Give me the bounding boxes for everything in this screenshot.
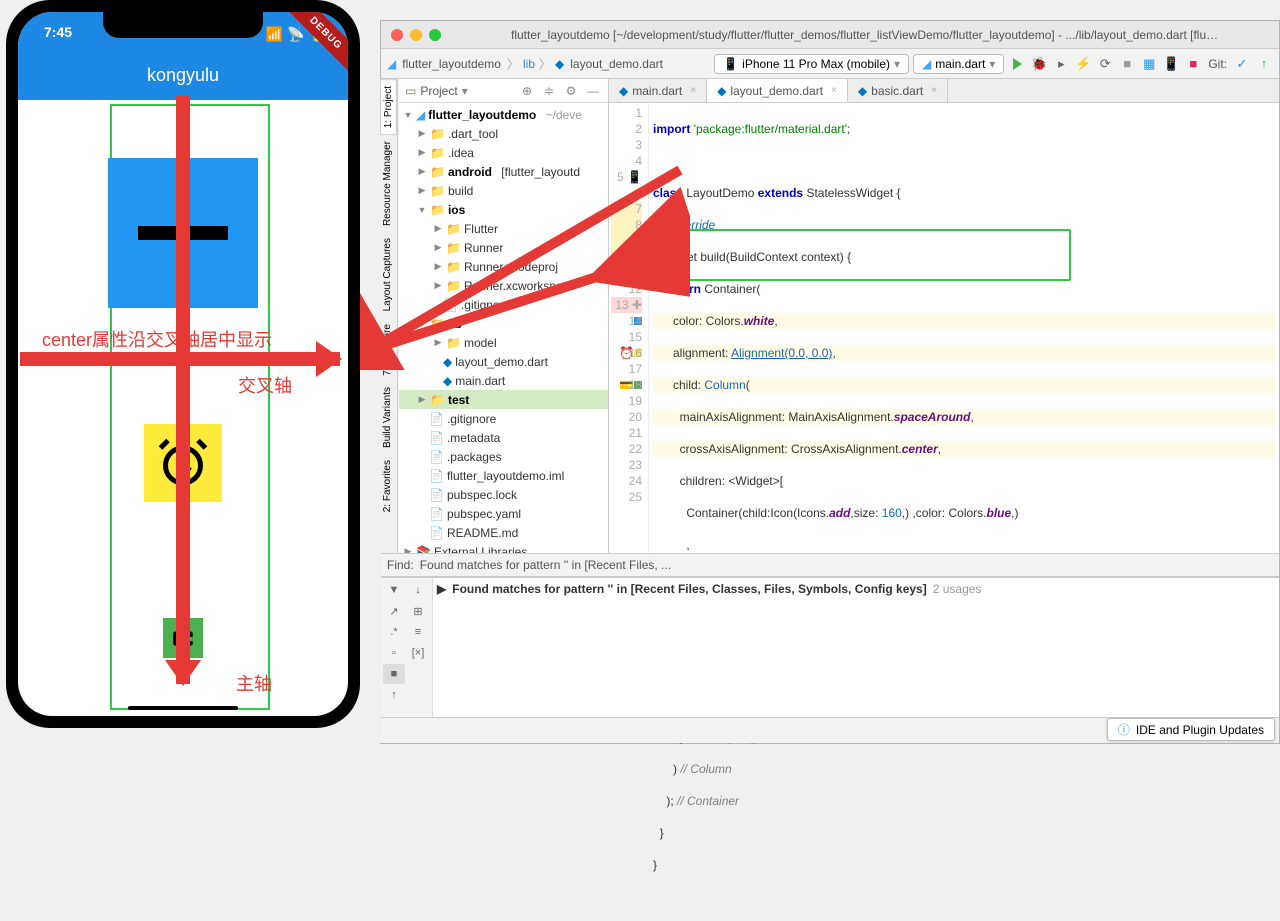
sidetab-captures[interactable]: Layout Captures	[380, 232, 395, 317]
regex-icon[interactable]: .*	[383, 622, 405, 642]
window-title: flutter_layoutdemo [~/development/study/…	[451, 28, 1279, 42]
inspector-button[interactable]: ■	[1184, 55, 1202, 73]
git-commit-button[interactable]: ↑	[1255, 55, 1273, 73]
find-results-title: ▶ Found matches for pattern '' in [Recen…	[381, 578, 1279, 600]
find-results-panel: ▼ ↗ .* ▫ ■ ↑ ↓ ⊞ ≡ [×] ▶ Found matches f…	[381, 577, 1279, 717]
editor-tabs: ◆main.dart× ◆layout_demo.dart× ◆basic.da…	[609, 79, 1279, 103]
window-controls[interactable]	[381, 21, 451, 49]
ide-window: flutter_layoutdemo [~/development/study/…	[380, 20, 1280, 744]
annotation-center: center属性沿交叉轴居中显示	[42, 326, 272, 352]
flutter-icon: ◢	[387, 57, 396, 71]
project-sidebar: ▭ Project ▾ ⊕ ≑ ⚙ — ▼◢flutter_layoutdemo…	[399, 79, 609, 553]
group-icon[interactable]: ▫	[383, 643, 405, 663]
main-toolbar: ◢ flutter_layoutdemo 〉 lib 〉 ◆ layout_de…	[381, 49, 1279, 79]
annotation-cross-axis: 交叉轴	[238, 372, 292, 398]
attach-button[interactable]: ⟳	[1096, 55, 1114, 73]
hot-reload-button[interactable]: ⚡	[1074, 55, 1092, 73]
wifi-icon: 📡	[287, 26, 304, 43]
tab-main[interactable]: ◆main.dart×	[609, 79, 707, 102]
tab-layout-demo[interactable]: ◆layout_demo.dart×	[707, 79, 848, 102]
debug-button[interactable]: 🐞	[1030, 55, 1048, 73]
devtools-button[interactable]: ▦	[1140, 55, 1158, 73]
tree-icon[interactable]: ⊞	[407, 601, 429, 621]
device-selector[interactable]: 📱 iPhone 11 Pro Max (mobile) ▾	[714, 54, 909, 74]
title-bar: flutter_layoutdemo [~/development/study/…	[381, 21, 1279, 49]
annotation-main-axis: 主轴	[236, 670, 272, 696]
zoom-icon[interactable]	[429, 29, 441, 41]
sidetab-favorites[interactable]: 2: Favorites	[380, 454, 395, 518]
project-view-selector[interactable]: Project	[420, 84, 457, 98]
code-editor[interactable]: 1234 5 📱678 9101112 13 ✚14 15 ⏰16 17 💳18…	[609, 103, 1279, 553]
expand-icon[interactable]: ↗	[383, 601, 405, 621]
run-config-selector[interactable]: ◢ main.dart ▾	[913, 54, 1004, 74]
prev-icon[interactable]: ↑	[383, 685, 405, 705]
profile-button[interactable]: ▸	[1052, 55, 1070, 73]
sidetab-project[interactable]: 1: Project	[380, 79, 397, 135]
home-indicator	[128, 706, 238, 710]
cross-axis-arrow	[20, 352, 340, 366]
notification-popup[interactable]: ⓘ IDE and Plugin Updates	[1107, 718, 1275, 741]
breadcrumb-lib[interactable]: lib	[523, 57, 535, 71]
git-update-button[interactable]: ✓	[1233, 55, 1251, 73]
find-label: Find:	[387, 558, 414, 572]
collapse-icon[interactable]: ≑	[540, 84, 558, 98]
iphone-notch	[103, 12, 263, 38]
preview-icon[interactable]: [×]	[407, 643, 429, 663]
git-label: Git:	[1206, 57, 1229, 71]
breadcrumb-root[interactable]: flutter_layoutdemo	[400, 57, 503, 71]
dart-icon: ◆	[555, 57, 564, 71]
flat-icon[interactable]: ≡	[407, 622, 429, 642]
code-highlight-box	[675, 229, 1071, 281]
clock: 7:45	[44, 24, 72, 40]
device-button[interactable]: 📱	[1162, 55, 1180, 73]
run-button[interactable]	[1008, 55, 1026, 73]
code-area[interactable]: import 'package:flutter/material.dart'; …	[649, 103, 1279, 553]
breadcrumb-file[interactable]: layout_demo.dart	[568, 57, 665, 71]
stop-button[interactable]: ■	[1118, 55, 1136, 73]
line-gutter: 1234 5 📱678 9101112 13 ✚14 15 ⏰16 17 💳18…	[609, 103, 649, 553]
signal-icon: 📶	[266, 26, 283, 43]
hide-icon[interactable]: —	[584, 84, 602, 98]
locate-icon[interactable]: ⊕	[518, 84, 536, 98]
minimize-icon[interactable]	[410, 29, 422, 41]
project-header: ▭ Project ▾ ⊕ ≑ ⚙ —	[399, 79, 608, 103]
sidetab-variants[interactable]: Build Variants	[380, 381, 395, 454]
info-icon: ⓘ	[1118, 721, 1130, 738]
find-bar: Find: Found matches for pattern '' in [R…	[381, 553, 1279, 577]
app-title: kongyulu	[147, 65, 219, 86]
settings-icon[interactable]: ⚙	[562, 84, 580, 98]
tab-basic[interactable]: ◆basic.dart×	[848, 79, 948, 102]
pin-icon[interactable]: ■	[383, 664, 405, 684]
find-summary[interactable]: Found matches for pattern '' in [Recent …	[420, 558, 671, 572]
main-axis-arrow	[176, 96, 190, 684]
filter-icon[interactable]: ▼	[383, 580, 405, 600]
sidetab-structure[interactable]: 7: Structure	[380, 318, 395, 382]
close-icon[interactable]	[391, 29, 403, 41]
find-toolbar: ▼ ↗ .* ▫ ■ ↑ ↓ ⊞ ≡ [×]	[381, 578, 433, 717]
next-icon[interactable]: ↓	[407, 580, 429, 600]
sidetab-resource[interactable]: Resource Manager	[380, 135, 395, 232]
project-tree[interactable]: ▼◢flutter_layoutdemo ~/deve ▶📁.dart_tool…	[399, 103, 608, 563]
